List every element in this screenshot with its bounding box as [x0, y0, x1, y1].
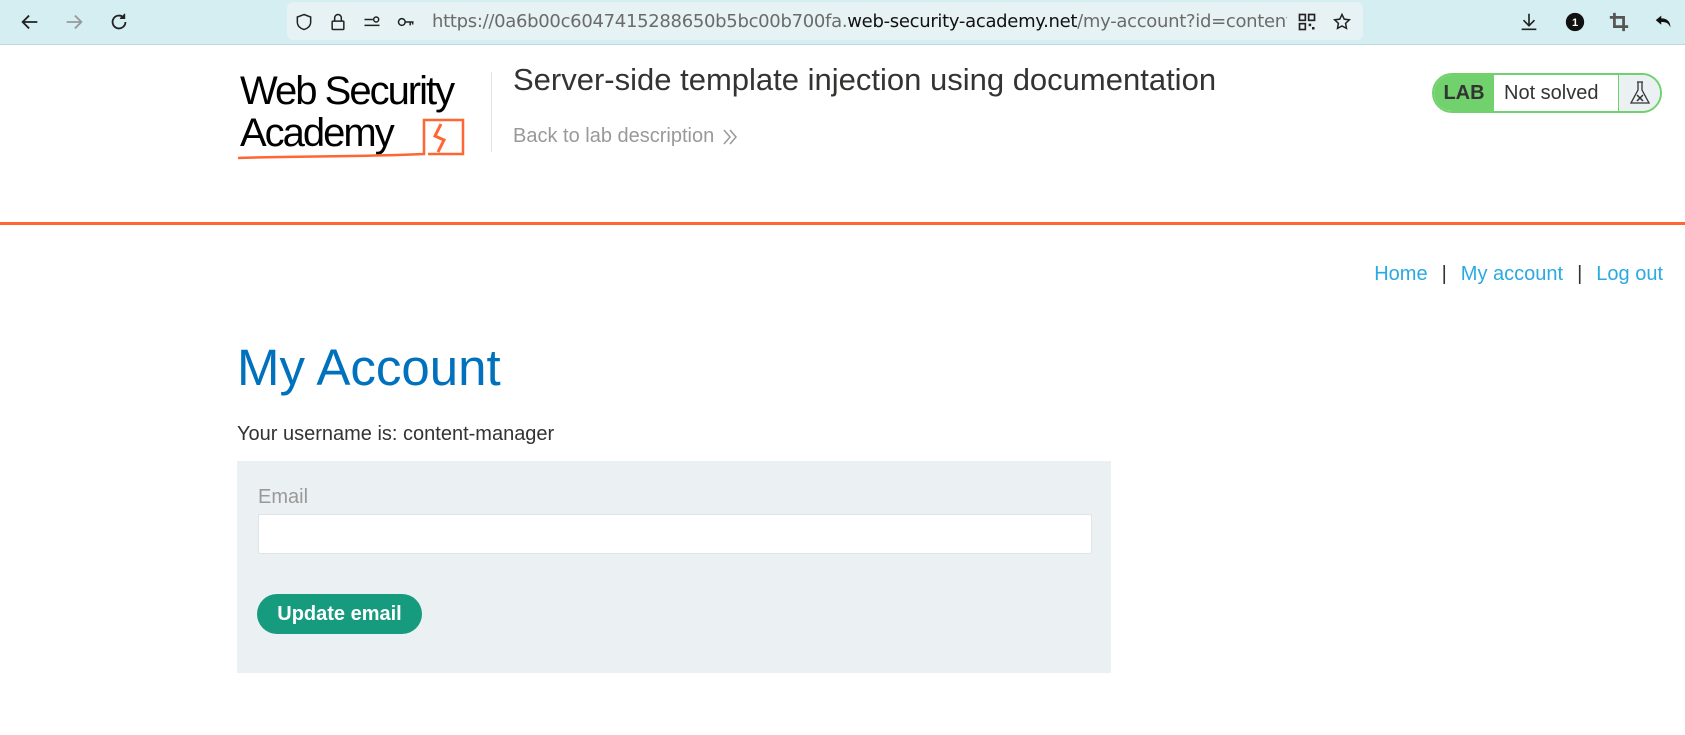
double-chevron-right-icon	[723, 129, 738, 144]
back-link-label: Back to lab description	[513, 125, 715, 147]
permissions-icon[interactable]	[361, 11, 383, 33]
update-email-button[interactable]: Update email	[257, 594, 422, 634]
lab-status-text: Not solved	[1494, 75, 1618, 111]
lock-icon[interactable]	[327, 11, 349, 33]
url-host: web-security-academy.net	[847, 11, 1078, 32]
qr-code-icon[interactable]	[1296, 11, 1318, 33]
forward-arrow-icon	[66, 14, 83, 30]
reload-icon	[111, 13, 127, 30]
back-button[interactable]	[16, 8, 44, 36]
back-arrow-icon	[21, 14, 38, 30]
extension-badge-icon: 1	[1565, 12, 1585, 32]
url-prefix: https://0a6b00c6047415288650b5bc00b700fa…	[432, 11, 848, 32]
svg-text:1: 1	[1572, 17, 1578, 29]
lab-status-widget: LAB Not solved	[1432, 73, 1662, 113]
email-label: Email	[258, 486, 309, 508]
logo-line1: Web Security	[240, 70, 455, 113]
download-button[interactable]	[1515, 8, 1543, 36]
crop-button[interactable]	[1605, 8, 1633, 36]
reload-button[interactable]	[105, 8, 133, 36]
lab-title: Server-side template injection using doc…	[513, 62, 1217, 97]
email-input[interactable]	[258, 514, 1092, 554]
forward-button[interactable]	[60, 8, 88, 36]
shield-icon[interactable]	[293, 11, 315, 33]
header-divider	[491, 72, 492, 152]
nav-separator: |	[1441, 263, 1447, 285]
browser-toolbar: https://0a6b00c6047415288650b5bc00b700fa…	[0, 0, 1685, 45]
page-title: My Account	[237, 339, 501, 396]
back-to-lab-description-link[interactable]: Back to lab description	[513, 125, 738, 148]
username-text: Your username is: content-manager	[237, 423, 555, 445]
extension-button[interactable]: 1	[1561, 8, 1589, 36]
download-icon	[1521, 13, 1537, 31]
undo-icon	[1655, 15, 1671, 28]
lab-flask-button	[1618, 75, 1660, 111]
nav-separator: |	[1577, 263, 1583, 285]
flask-icon	[1629, 81, 1650, 104]
web-security-academy-logo[interactable]: Web Security Academy	[237, 69, 488, 165]
star-icon[interactable]	[1331, 11, 1353, 33]
lab-badge: LAB	[1434, 75, 1494, 111]
update-email-form: Email Update email	[237, 461, 1111, 673]
nav-log-out-link[interactable]: Log out	[1596, 263, 1663, 286]
nav-my-account-link[interactable]: My account	[1461, 263, 1563, 286]
undo-button[interactable]	[1650, 8, 1678, 36]
key-icon[interactable]	[395, 11, 417, 33]
header-orange-divider	[0, 222, 1685, 225]
url-text[interactable]: https://0a6b00c6047415288650b5bc00b700fa…	[432, 11, 1287, 33]
top-nav: Home | My account | Log out	[1374, 263, 1663, 286]
nav-home-link[interactable]: Home	[1374, 263, 1427, 286]
address-bar[interactable]: https://0a6b00c6047415288650b5bc00b700fa…	[287, 2, 1363, 40]
logo-line2: Academy	[240, 111, 395, 155]
url-path: /my-account?id=content-manager	[1077, 11, 1287, 32]
crop-icon	[1609, 12, 1629, 32]
